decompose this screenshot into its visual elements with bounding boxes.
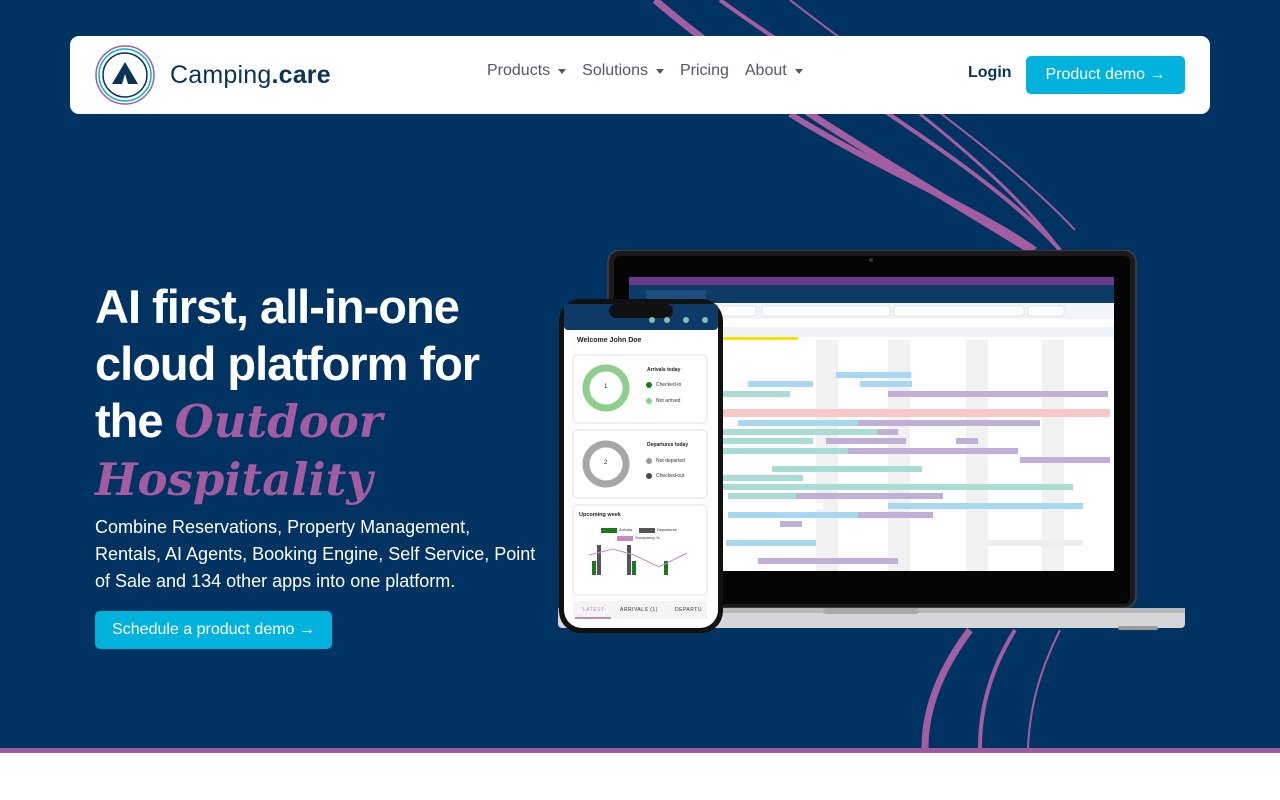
chevron-down-icon [558, 68, 567, 74]
phone-upcoming-legend-2: Departures [657, 527, 677, 532]
phone-arrivals-legend-1: Checked-in [656, 382, 682, 388]
phone-arrivals-count: 1 [604, 384, 608, 390]
phone-departures-title: Departures today [647, 442, 689, 448]
brand-name-part1: Camping [170, 60, 272, 89]
hero-subtext: Combine Reservations, Property Managemen… [95, 517, 536, 591]
below-fold-area [0, 753, 1280, 800]
phone-tab-latest[interactable]: LATEST [583, 607, 605, 613]
brand-link[interactable]: Camping.care [94, 44, 331, 106]
brand-name-part2: .care [271, 60, 331, 89]
phone-departures-legend-2: Checked-out [656, 473, 685, 479]
brand-name: Camping.care [170, 61, 331, 90]
phone-upcoming-title: Upcoming week [579, 512, 621, 518]
nav-item-label: About [744, 62, 787, 79]
nav-item-pricing[interactable]: Pricing [680, 62, 729, 80]
phone-welcome-text: Welcome John Doe [577, 337, 642, 344]
chevron-down-icon [794, 68, 803, 74]
camping-logo-icon [95, 45, 155, 105]
phone-arrivals-legend-2: Not arrived [656, 398, 681, 404]
nav-item-about[interactable]: About [745, 62, 803, 80]
phone-departures-count: 2 [604, 460, 608, 466]
nav-item-label: Solutions [582, 62, 648, 79]
phone-screen-graphic [559, 299, 723, 633]
nav-item-solutions[interactable]: Solutions [582, 62, 664, 80]
phone-tab-arrivals[interactable]: ARRIVALS (1) [620, 607, 658, 613]
hero-headline: AI first, all-in-one cloud platform for … [95, 278, 535, 508]
chevron-down-icon [655, 68, 664, 74]
phone-arrivals-title: Arrivals today [647, 367, 681, 373]
product-demo-button[interactable]: Product demo → [1026, 56, 1185, 94]
nav-item-label: Products [487, 62, 551, 79]
login-link[interactable]: Login [968, 64, 1012, 82]
main-navbar: Camping.care Products Solutions Pricing … [70, 36, 1210, 114]
nav-menu: Products Solutions Pricing About [487, 62, 819, 80]
phone-departures-legend-1: Not departed [656, 458, 685, 464]
nav-item-products[interactable]: Products [487, 62, 567, 80]
phone-tab-departures[interactable]: DEPARTU [675, 607, 702, 613]
phone-upcoming-legend-3: Occupancy % [635, 535, 660, 540]
phone-upcoming-legend-1: Arrivals [619, 527, 633, 532]
nav-item-label: Pricing [679, 62, 729, 79]
phone-mockup: Welcome John Doe Arrivals today 1 Checke… [559, 299, 723, 633]
schedule-demo-button[interactable]: Schedule a product demo → [95, 611, 332, 649]
